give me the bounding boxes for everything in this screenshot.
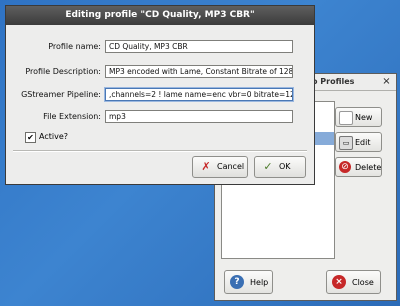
file-extension-label: File Extension:	[43, 112, 101, 121]
new-button-label: New	[355, 113, 373, 122]
active-checkbox[interactable]: ✔	[25, 132, 36, 143]
profile-description-label: Profile Description:	[25, 67, 101, 76]
active-checkbox-label: Active?	[39, 132, 68, 141]
edit-button[interactable]: ▭ Edit	[335, 132, 382, 152]
dialog-title: Editing profile "CD Quality, MP3 CBR"	[65, 10, 255, 20]
gstreamer-pipeline-label: GStreamer Pipeline:	[21, 90, 101, 99]
file-extension-input[interactable]: mp3	[105, 110, 293, 123]
cancel-button[interactable]: ✗ Cancel	[192, 156, 248, 178]
delete-button[interactable]: ⊘ Delete	[335, 157, 382, 177]
ok-handshake-icon: ✓	[263, 160, 273, 173]
cancel-x-icon: ✗	[201, 160, 211, 173]
delete-button-label: Delete	[355, 163, 382, 172]
ok-button-label: OK	[279, 162, 291, 171]
cancel-button-label: Cancel	[217, 162, 245, 171]
separator	[13, 150, 307, 152]
profile-name-label: Profile name:	[48, 42, 101, 51]
editing-profile-dialog: Editing profile "CD Quality, MP3 CBR" Pr…	[5, 5, 315, 185]
close-button-label: Close	[352, 278, 374, 287]
close-circle-icon: ×	[332, 275, 346, 289]
dialog-titlebar[interactable]: Editing profile "CD Quality, MP3 CBR"	[6, 6, 314, 25]
profile-name-input[interactable]: CD Quality, MP3 CBR	[105, 40, 293, 53]
edit-button-label: Edit	[355, 138, 371, 147]
edit-icon: ▭	[339, 136, 353, 150]
help-button[interactable]: ? Help	[224, 270, 273, 294]
ok-button[interactable]: ✓ OK	[254, 156, 306, 178]
new-document-icon	[339, 111, 353, 125]
close-button[interactable]: × Close	[326, 270, 381, 294]
close-icon[interactable]: ×	[381, 76, 392, 87]
delete-icon: ⊘	[339, 161, 351, 173]
help-button-label: Help	[250, 278, 269, 287]
help-icon: ?	[230, 275, 244, 289]
profile-description-input[interactable]: MP3 encoded with Lame, Constant Bitrate …	[105, 65, 293, 78]
gstreamer-pipeline-input[interactable]: ,channels=2 ! lame name=enc vbr=0 bitrat…	[104, 87, 294, 102]
back-window-title: o Profiles	[312, 77, 355, 86]
new-button[interactable]: New	[335, 107, 382, 127]
